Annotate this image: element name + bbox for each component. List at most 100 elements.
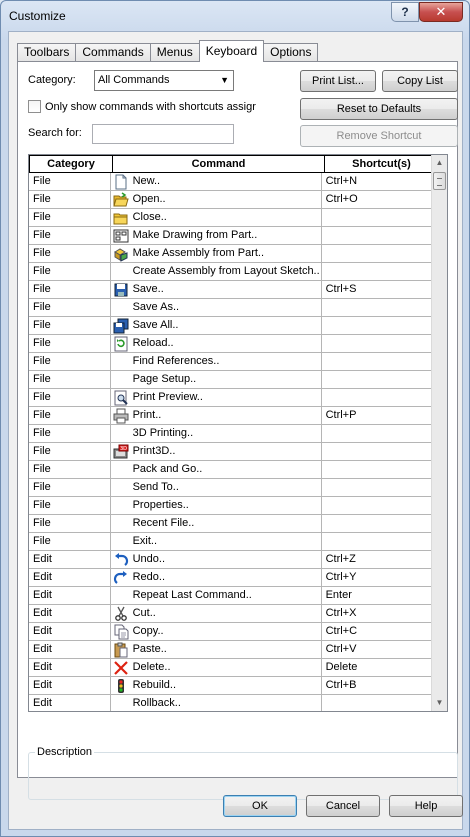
cell-category: File	[29, 389, 111, 407]
cell-shortcut[interactable]: Enter	[321, 587, 435, 605]
table-row[interactable]: File Print Preview..	[29, 389, 435, 407]
cell-shortcut[interactable]: Ctrl+S	[321, 281, 435, 299]
close-button[interactable]: ✕	[419, 2, 463, 22]
table-row[interactable]: Edit Copy.. Ctrl+C	[29, 623, 435, 641]
command-label: Paste..	[132, 643, 167, 655]
table-row[interactable]: Edit Undo.. Ctrl+Z	[29, 551, 435, 569]
cell-shortcut[interactable]: Ctrl+O	[321, 191, 435, 209]
cell-shortcut[interactable]	[321, 533, 435, 551]
command-label: Properties..	[132, 499, 189, 511]
column-header-command[interactable]: Command	[112, 155, 325, 173]
close-folder-icon	[113, 210, 129, 226]
shortcut-only-checkbox[interactable]	[28, 100, 41, 113]
cell-command: Cut..	[110, 605, 322, 623]
tab-toolbars[interactable]: Toolbars	[17, 43, 77, 62]
cell-shortcut[interactable]	[321, 227, 435, 245]
table-row[interactable]: File New.. Ctrl+N	[29, 173, 435, 191]
cell-shortcut[interactable]	[321, 461, 435, 479]
cell-shortcut[interactable]	[321, 515, 435, 533]
table-row[interactable]: File Save As..	[29, 299, 435, 317]
cell-shortcut[interactable]	[321, 263, 435, 281]
table-row[interactable]: File Open.. Ctrl+O	[29, 191, 435, 209]
column-header-category[interactable]: Category	[29, 155, 113, 173]
table-row[interactable]: File Close..	[29, 209, 435, 227]
cell-shortcut[interactable]	[321, 353, 435, 371]
cell-category: Edit	[29, 569, 111, 587]
cell-shortcut[interactable]: Ctrl+V	[321, 641, 435, 659]
table-row[interactable]: File Make Drawing from Part..	[29, 227, 435, 245]
vertical-scrollbar[interactable]: ▲ ▼	[431, 155, 447, 711]
table-row[interactable]: Edit Rollback..	[29, 695, 435, 711]
table-row[interactable]: Edit Redo.. Ctrl+Y	[29, 569, 435, 587]
cell-command: Repeat Last Command..	[110, 587, 322, 605]
scroll-up-arrow-icon[interactable]: ▲	[432, 155, 447, 171]
cell-shortcut[interactable]: Ctrl+N	[321, 173, 435, 191]
cell-shortcut[interactable]: Delete	[321, 659, 435, 677]
table-row[interactable]: File Properties..	[29, 497, 435, 515]
command-label: Make Drawing from Part..	[132, 229, 258, 241]
scroll-down-arrow-icon[interactable]: ▼	[432, 695, 447, 711]
table-row[interactable]: File Pack and Go..	[29, 461, 435, 479]
remove-shortcut-button[interactable]: Remove Shortcut	[300, 125, 458, 147]
table-row[interactable]: Edit Delete.. Delete	[29, 659, 435, 677]
cell-shortcut[interactable]: Ctrl+P	[321, 407, 435, 425]
table-row[interactable]: Edit Cut.. Ctrl+X	[29, 605, 435, 623]
cell-shortcut[interactable]	[321, 425, 435, 443]
tab-options[interactable]: Options	[263, 43, 319, 62]
cell-shortcut[interactable]: Ctrl+X	[321, 605, 435, 623]
print-list-button[interactable]: Print List...	[300, 70, 376, 92]
title-bar[interactable]: Customize ? ✕	[1, 1, 469, 31]
table-row[interactable]: File Page Setup..	[29, 371, 435, 389]
table-row[interactable]: Edit Paste.. Ctrl+V	[29, 641, 435, 659]
help-title-button[interactable]: ?	[391, 2, 419, 22]
table-row[interactable]: File Reload..	[29, 335, 435, 353]
cell-shortcut[interactable]	[321, 497, 435, 515]
cell-shortcut[interactable]	[321, 299, 435, 317]
category-select[interactable]: All Commands ▼	[94, 70, 234, 91]
table-row[interactable]: Edit Repeat Last Command.. Enter	[29, 587, 435, 605]
table-row[interactable]: File Save.. Ctrl+S	[29, 281, 435, 299]
copy-list-button[interactable]: Copy List	[382, 70, 458, 92]
command-label: New..	[132, 175, 161, 187]
cell-shortcut[interactable]	[321, 335, 435, 353]
table-row[interactable]: File Create Assembly from Layout Sketch..	[29, 263, 435, 281]
scroll-thumb[interactable]	[433, 172, 446, 190]
column-header-shortcut[interactable]: Shortcut(s)	[324, 155, 439, 173]
table-row[interactable]: File Print.. Ctrl+P	[29, 407, 435, 425]
shortcut-only-label: Only show commands with shortcuts assigr	[45, 101, 256, 113]
command-label: Print..	[132, 409, 162, 421]
table-row[interactable]: File Send To..	[29, 479, 435, 497]
reset-defaults-button[interactable]: Reset to Defaults	[300, 98, 458, 120]
tab-keyboard[interactable]: Keyboard	[198, 40, 265, 62]
cell-category: File	[29, 191, 111, 209]
cell-shortcut[interactable]: Ctrl+Y	[321, 569, 435, 587]
table-row[interactable]: Edit Rebuild.. Ctrl+B	[29, 677, 435, 695]
tab-commands[interactable]: Commands	[75, 43, 151, 62]
cell-shortcut[interactable]	[322, 695, 435, 711]
table-row[interactable]: File 3D Print3D..	[29, 443, 435, 461]
cell-category: Edit	[29, 695, 111, 711]
cell-shortcut[interactable]: Ctrl+B	[321, 677, 435, 695]
table-row[interactable]: File Save All..	[29, 317, 435, 335]
cell-command: Delete..	[110, 659, 322, 677]
search-input[interactable]	[92, 124, 234, 144]
tab-menus[interactable]: Menus	[149, 43, 200, 62]
new-document-icon	[113, 174, 129, 190]
cell-shortcut[interactable]	[321, 317, 435, 335]
table-row[interactable]: File 3D Printing..	[29, 425, 435, 443]
table-row[interactable]: File Exit..	[29, 533, 435, 551]
ok-button[interactable]: OK	[223, 795, 297, 817]
cell-shortcut[interactable]	[321, 371, 435, 389]
cell-shortcut[interactable]	[321, 389, 435, 407]
cell-shortcut[interactable]	[321, 443, 435, 461]
cancel-button[interactable]: Cancel	[306, 795, 380, 817]
table-row[interactable]: File Make Assembly from Part..	[29, 245, 435, 263]
cell-shortcut[interactable]	[321, 209, 435, 227]
help-button[interactable]: Help	[389, 795, 463, 817]
cell-shortcut[interactable]	[321, 245, 435, 263]
table-row[interactable]: File Find References..	[29, 353, 435, 371]
cell-shortcut[interactable]	[321, 479, 435, 497]
cell-shortcut[interactable]: Ctrl+Z	[321, 551, 435, 569]
cell-shortcut[interactable]: Ctrl+C	[321, 623, 435, 641]
table-row[interactable]: File Recent File..	[29, 515, 435, 533]
